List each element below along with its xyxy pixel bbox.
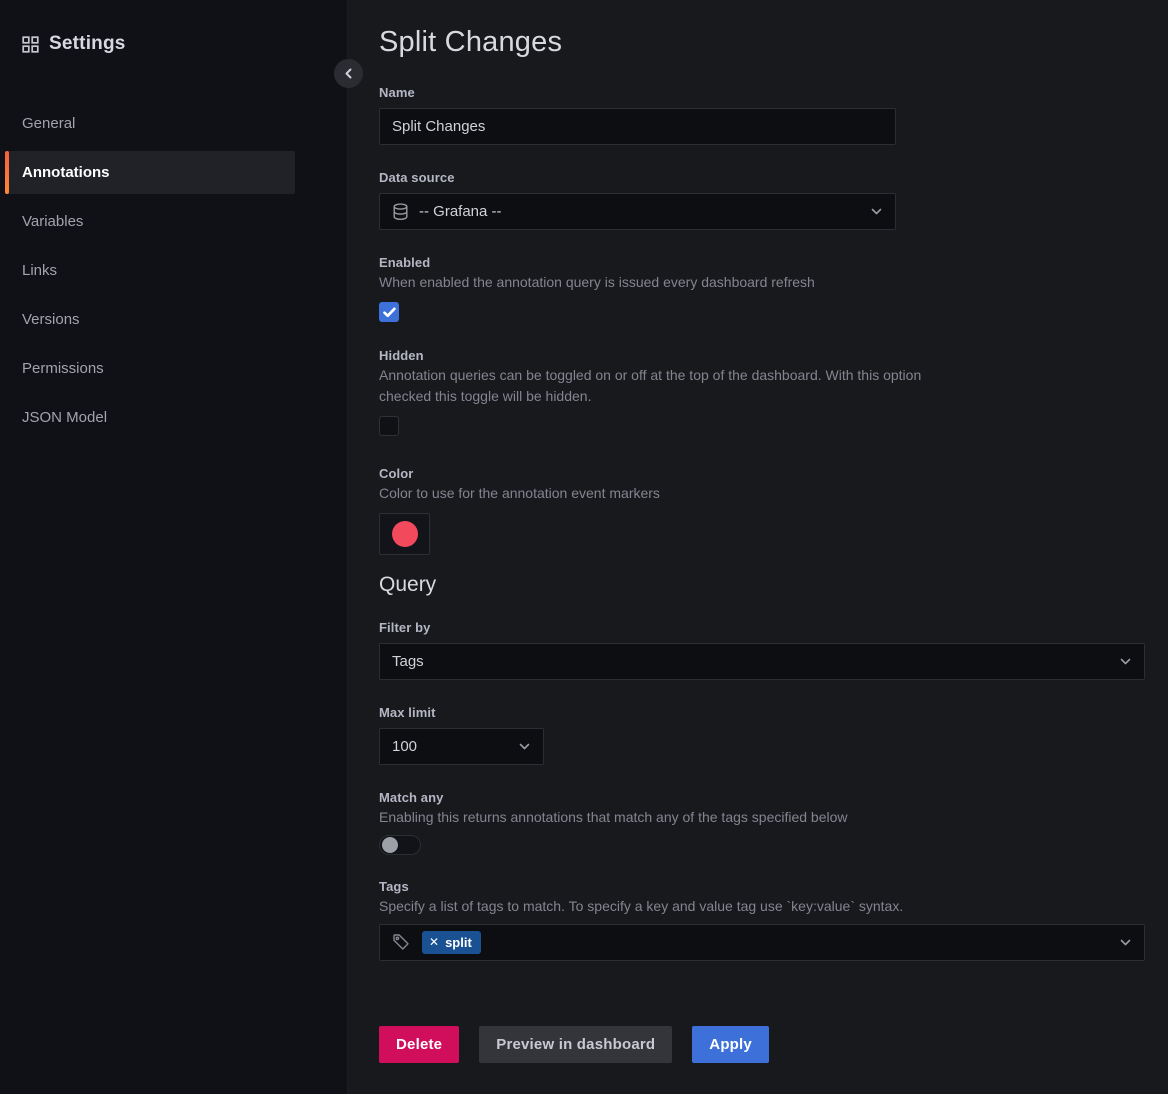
match-any-field: Match any Enabling this returns annotati… [379,790,1145,855]
apply-button[interactable]: Apply [692,1026,769,1063]
match-any-toggle[interactable] [379,835,421,855]
data-source-field: Data source -- Grafana -- [379,170,1145,230]
tags-input[interactable]: ✕ split [379,924,1145,961]
hidden-label: Hidden [379,348,1145,363]
color-description: Color to use for the annotation event ma… [379,483,969,504]
sidebar-item-json-model[interactable]: JSON Model [5,396,295,439]
enabled-checkbox[interactable] [379,302,399,322]
chevron-down-icon [1119,936,1132,949]
hidden-description: Annotation queries can be toggled on or … [379,365,969,407]
data-source-value: -- Grafana -- [419,203,860,220]
max-limit-select[interactable]: 100 [379,728,544,765]
filter-by-label: Filter by [379,620,1145,635]
settings-nav: General Annotations Variables Links Vers… [5,102,295,439]
delete-button[interactable]: Delete [379,1026,459,1063]
sidebar-header: Settings [0,33,347,55]
name-input[interactable] [392,118,883,135]
remove-tag-icon[interactable]: ✕ [429,936,439,948]
color-picker-swatch[interactable] [379,513,430,555]
filter-by-select[interactable]: Tags [379,643,1145,680]
database-icon [392,203,409,221]
settings-page: Settings General Annotations Variables L… [0,0,1168,1094]
tags-field: Tags Specify a list of tags to match. To… [379,879,1145,961]
chevron-down-icon [870,205,883,218]
page-title: Split Changes [379,26,1145,59]
max-limit-label: Max limit [379,705,1145,720]
settings-sidebar: Settings General Annotations Variables L… [0,0,348,1094]
sidebar-item-general[interactable]: General [5,102,295,145]
enabled-label: Enabled [379,255,1145,270]
toggle-knob [382,837,398,853]
enabled-field: Enabled When enabled the annotation quer… [379,255,1145,323]
chevron-down-icon [1119,655,1132,668]
color-field: Color Color to use for the annotation ev… [379,466,1145,555]
checkmark-icon [383,307,396,318]
name-label: Name [379,85,1145,100]
tag-chip-split[interactable]: ✕ split [422,931,481,954]
max-limit-field: Max limit 100 [379,705,1145,765]
sidebar-item-links[interactable]: Links [5,249,295,292]
tags-label: Tags [379,879,1145,894]
hidden-field: Hidden Annotation queries can be toggled… [379,348,1145,441]
annotation-color-dot [392,521,418,547]
tags-description: Specify a list of tags to match. To spec… [379,896,969,917]
apps-grid-icon [22,36,39,53]
tag-icon [392,933,410,951]
hidden-checkbox[interactable] [379,416,399,436]
max-limit-value: 100 [392,738,508,755]
sidebar-item-versions[interactable]: Versions [5,298,295,341]
query-section-title: Query [379,573,1145,597]
sidebar-title: Settings [49,33,126,55]
name-field: Name [379,85,1145,145]
color-label: Color [379,466,1145,481]
data-source-label: Data source [379,170,1145,185]
sidebar-item-permissions[interactable]: Permissions [5,347,295,390]
match-any-description: Enabling this returns annotations that m… [379,807,969,828]
annotation-editor: Split Changes Name Data source -- Grafan… [348,0,1168,1094]
chevron-down-icon [518,740,531,753]
sidebar-item-variables[interactable]: Variables [5,200,295,243]
filter-by-field: Filter by Tags [379,620,1145,680]
match-any-label: Match any [379,790,1145,805]
tag-chip-label: split [445,935,472,950]
action-buttons: Delete Preview in dashboard Apply [379,1026,1145,1063]
chevron-left-icon [343,68,354,79]
enabled-description: When enabled the annotation query is iss… [379,272,969,293]
filter-by-value: Tags [392,653,1109,670]
collapse-sidebar-button[interactable] [334,59,363,88]
sidebar-item-annotations[interactable]: Annotations [5,151,295,194]
name-input-wrap [379,108,896,145]
preview-in-dashboard-button[interactable]: Preview in dashboard [479,1026,672,1063]
data-source-select[interactable]: -- Grafana -- [379,193,896,230]
